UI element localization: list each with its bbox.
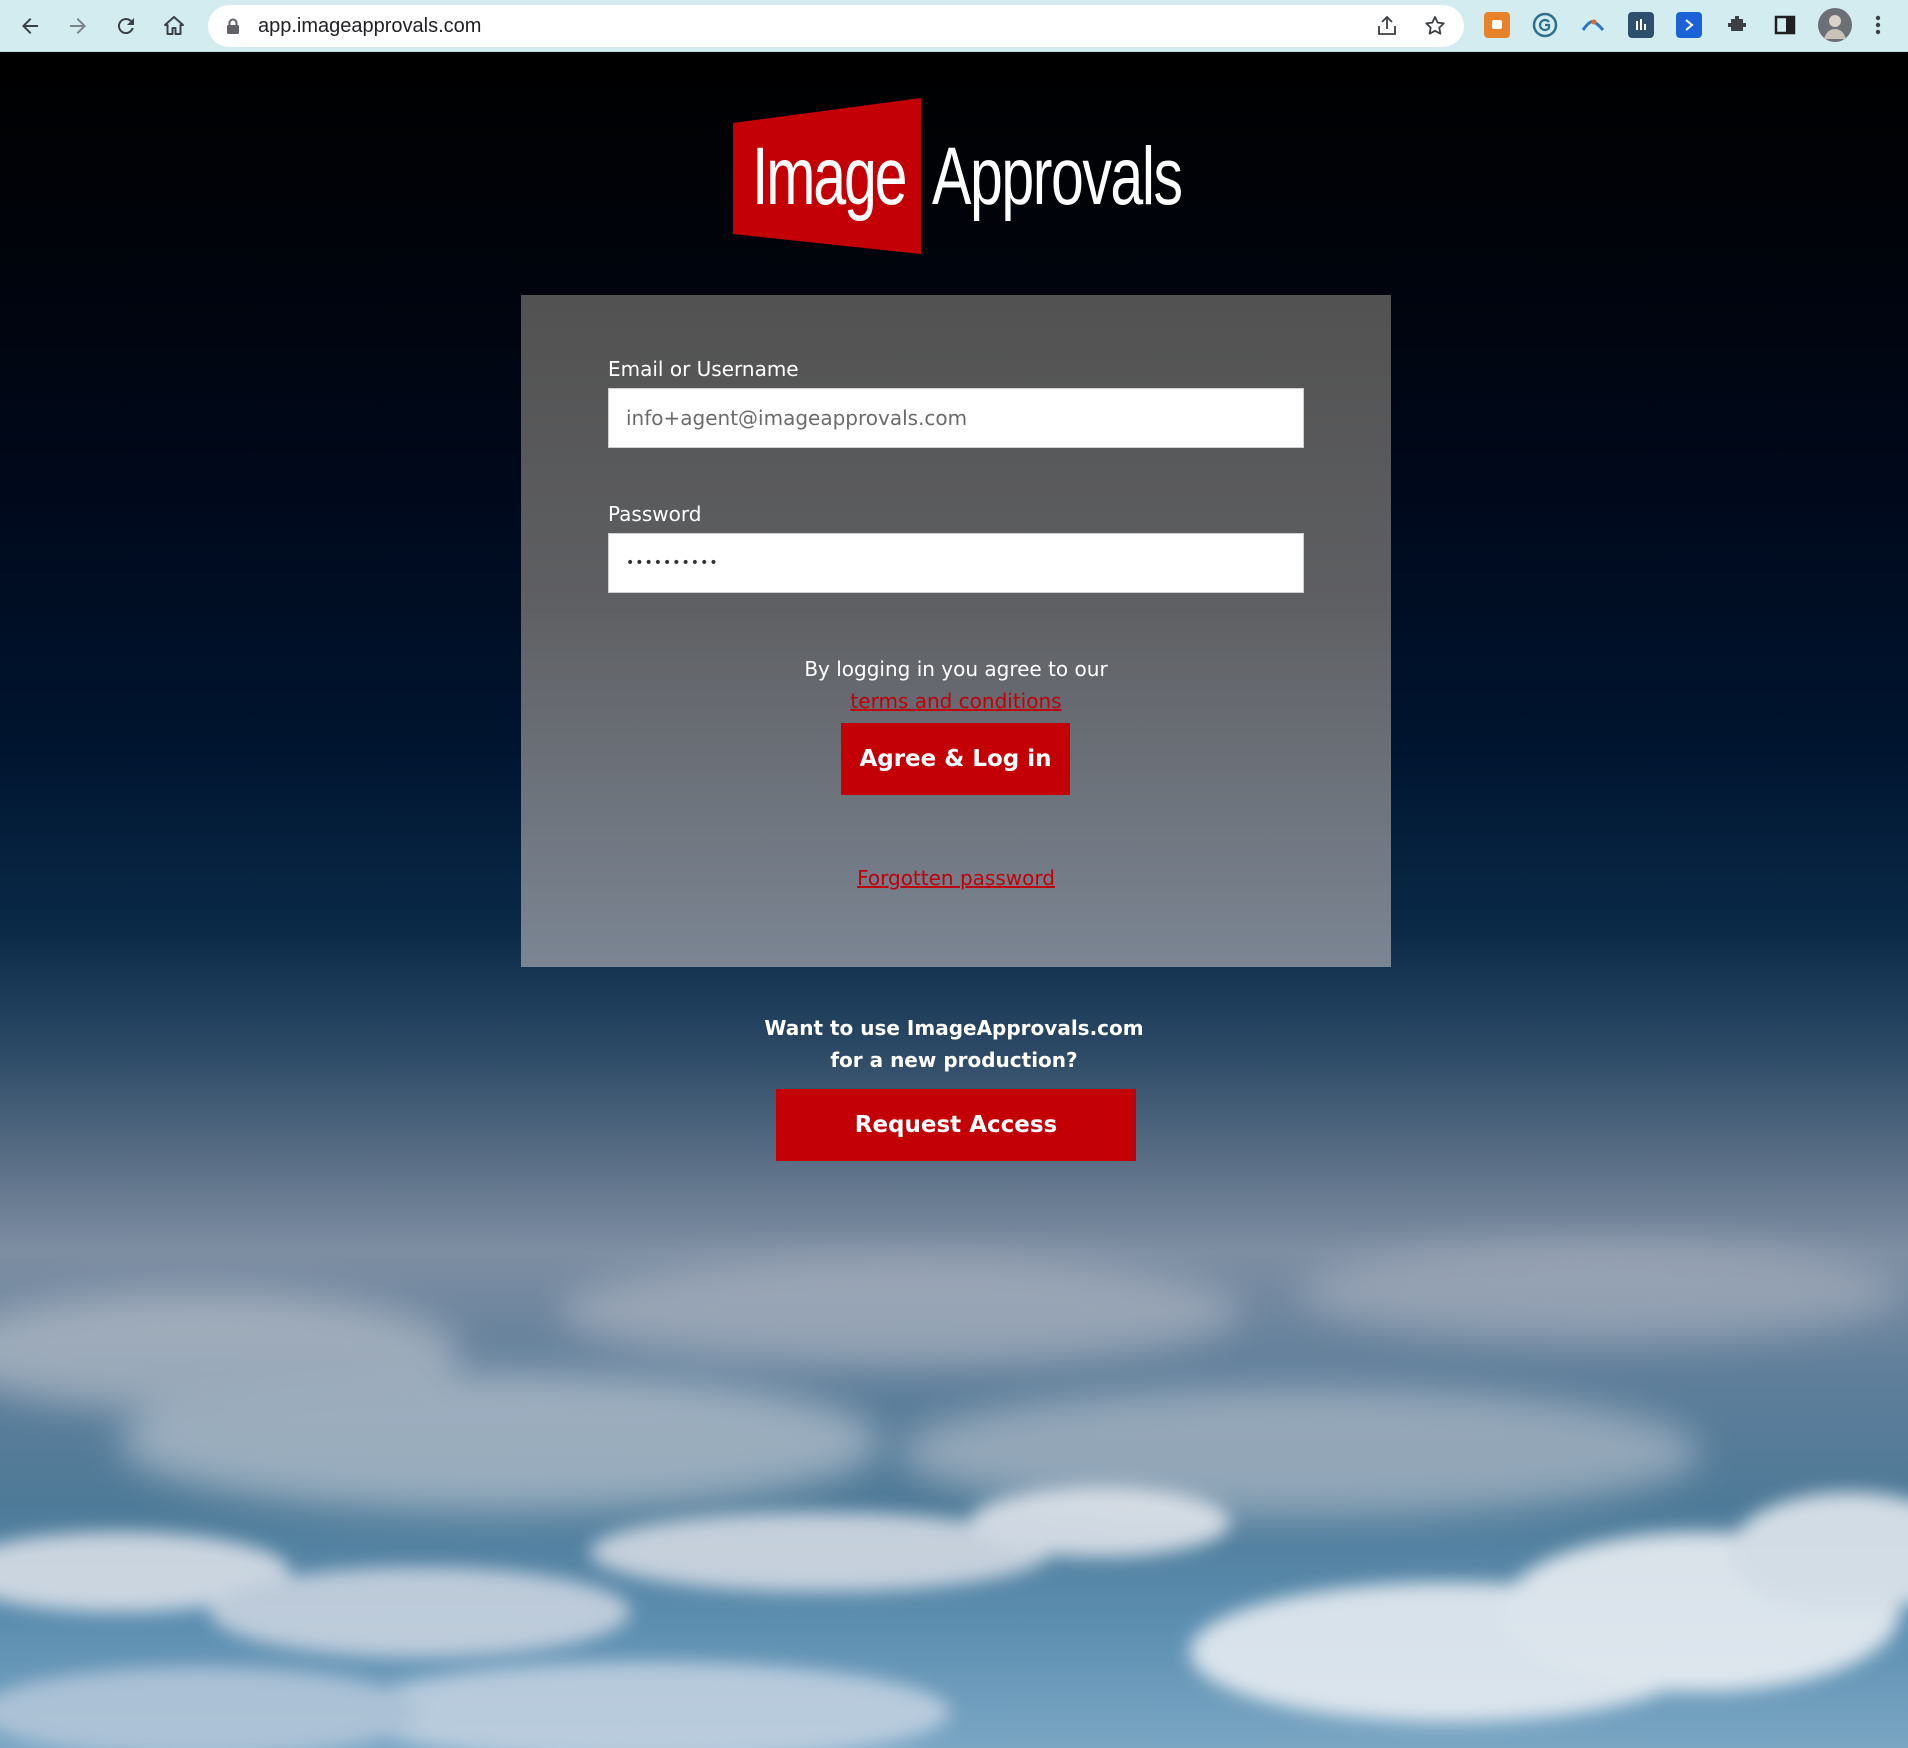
promo-text: Want to use ImageApprovals.com for a new…: [654, 1012, 1254, 1076]
password-label: Password: [608, 502, 702, 526]
login-card: Email or Username info+agent@imageapprov…: [521, 295, 1391, 967]
browser-menu-icon[interactable]: [1868, 12, 1888, 38]
forward-button[interactable]: [58, 6, 98, 46]
arc-extension-icon[interactable]: [1580, 12, 1606, 38]
email-field[interactable]: info+agent@imageapprovals.com: [608, 388, 1304, 448]
agree-login-button[interactable]: Agree & Log in: [841, 723, 1070, 795]
reload-icon: [117, 18, 134, 35]
share-icon[interactable]: [1375, 14, 1399, 38]
grammarly-extension-icon[interactable]: [1532, 12, 1558, 38]
logo-word-approvals: Approvals: [932, 131, 1183, 222]
url-text: app.imageapprovals.com: [258, 15, 482, 37]
profile-avatar[interactable]: [1818, 8, 1852, 42]
forward-arrow-icon: [70, 18, 86, 34]
address-bar[interactable]: app.imageapprovals.com: [208, 5, 1464, 47]
browser-toolbar: app.imageapprovals.com: [0, 0, 1908, 52]
promo-line-1: Want to use ImageApprovals.com: [764, 1016, 1144, 1040]
lock-icon: [227, 18, 239, 34]
forgotten-password-link[interactable]: Forgotten password: [521, 866, 1391, 890]
logo-word-image: Image: [752, 131, 907, 222]
agree-notice: By logging in you agree to our: [804, 657, 1108, 681]
request-access-button[interactable]: Request Access: [776, 1089, 1136, 1161]
promo-line-2: for a new production?: [830, 1048, 1078, 1072]
bookmark-star-icon[interactable]: [1423, 14, 1447, 38]
back-button[interactable]: [10, 6, 50, 46]
orange-extension-icon[interactable]: [1484, 12, 1510, 38]
home-button[interactable]: [154, 6, 194, 46]
side-panel-icon[interactable]: [1772, 12, 1798, 38]
password-field[interactable]: ••••••••••: [608, 533, 1304, 593]
terms-link[interactable]: terms and conditions: [521, 689, 1391, 713]
email-label: Email or Username: [608, 357, 799, 381]
blue-arrow-extension-icon[interactable]: [1676, 12, 1702, 38]
analytics-extension-icon[interactable]: [1628, 12, 1654, 38]
extensions-puzzle-icon[interactable]: [1724, 12, 1750, 38]
back-arrow-icon: [22, 18, 38, 34]
reload-button[interactable]: [106, 6, 146, 46]
home-icon: [164, 16, 184, 35]
login-page: Image Approvals Email or Username info+a…: [0, 52, 1908, 1748]
